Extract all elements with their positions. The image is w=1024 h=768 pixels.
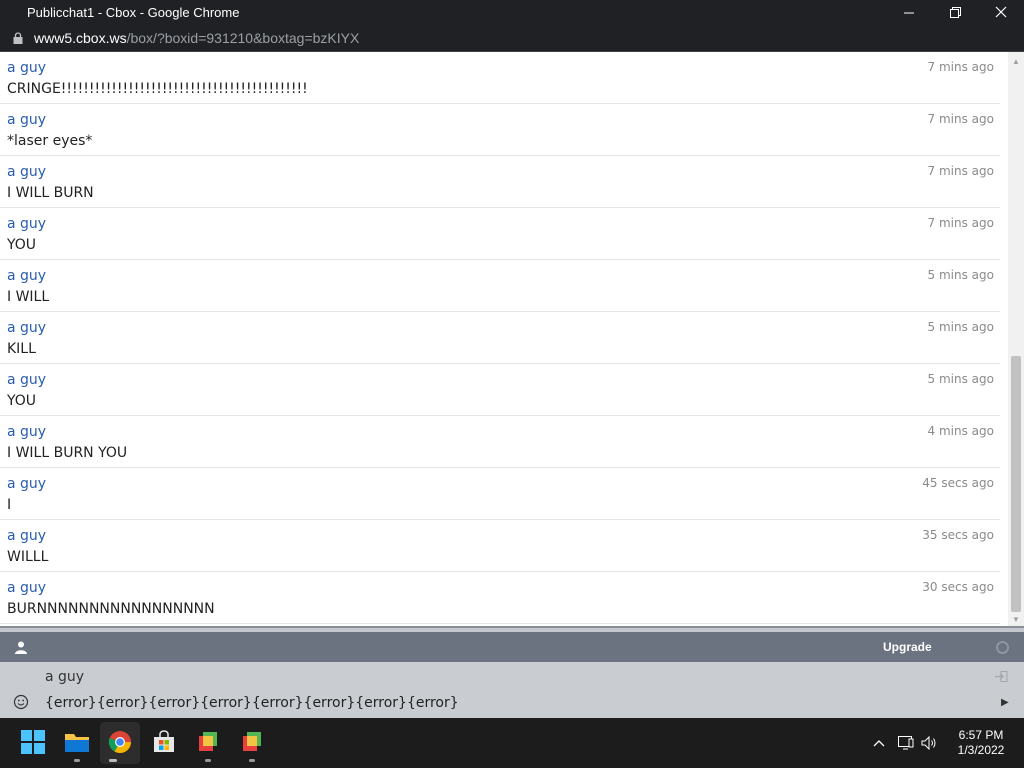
- list-item: a guy 4 mins ago I WILL BURN YOU: [0, 416, 1000, 468]
- list-item: a guy 35 secs ago WILLL: [0, 520, 1000, 572]
- emoji-icon[interactable]: [13, 694, 29, 710]
- message-username[interactable]: a guy: [7, 580, 46, 596]
- list-item: a guy 45 secs ago I: [0, 468, 1000, 520]
- message-text: I WILL: [7, 289, 50, 305]
- url-path[interactable]: /box/?boxid=931210&boxtag=bzKIYX: [127, 30, 360, 46]
- message-username[interactable]: a guy: [7, 528, 46, 544]
- message-username[interactable]: a guy: [7, 60, 46, 76]
- message-timestamp: 5 mins ago: [927, 320, 994, 334]
- minimize-icon: [903, 12, 914, 13]
- message-timestamp: 7 mins ago: [927, 164, 994, 178]
- close-button[interactable]: [978, 0, 1024, 24]
- message-text: WILLL: [7, 549, 49, 565]
- message-text: YOU: [7, 237, 37, 253]
- taskbar-running-indicator: [249, 759, 255, 762]
- window-titlebar: Publicchat1 - Cbox - Google Chrome: [0, 0, 1024, 24]
- composer-username[interactable]: a guy: [45, 669, 84, 685]
- user-bar: Upgrade: [0, 632, 1024, 662]
- app-icon[interactable]: [194, 728, 222, 756]
- message-username[interactable]: a guy: [7, 164, 46, 180]
- list-item: a guy 7 mins ago YOU: [0, 208, 1000, 260]
- list-item: a guy 5 mins ago YOU: [0, 364, 1000, 416]
- taskbar-running-indicator: [109, 759, 117, 762]
- list-item: a guy 5 mins ago I WILL: [0, 260, 1000, 312]
- close-icon: [995, 6, 1007, 18]
- list-item: a guy 7 mins ago *laser eyes*: [0, 104, 1000, 156]
- network-icon[interactable]: [898, 735, 914, 751]
- message-timestamp: 35 secs ago: [922, 528, 994, 542]
- list-item: a guy 7 mins ago CRINGE!!!!!!!!!!!!!!!!!…: [0, 52, 1000, 104]
- scrollbar-thumb[interactable]: [1011, 356, 1021, 612]
- clock-time: 6:57 PM: [958, 728, 1004, 742]
- logout-icon[interactable]: [995, 671, 1009, 683]
- message-timestamp: 4 mins ago: [927, 424, 994, 438]
- scroll-down-icon[interactable]: ▼: [1008, 612, 1024, 626]
- message-text: *laser eyes*: [7, 133, 93, 149]
- maximize-button[interactable]: [932, 0, 978, 24]
- scroll-up-icon[interactable]: ▲: [1008, 54, 1024, 68]
- message-input[interactable]: [45, 692, 985, 714]
- minimize-button[interactable]: [886, 0, 932, 24]
- chevron-up-icon[interactable]: [871, 735, 887, 751]
- windows-start-icon[interactable]: [19, 728, 47, 756]
- os-taskbar: 6:57 PM 1/3/2022: [0, 718, 1024, 768]
- chat-scrollbar[interactable]: ▲ ▼: [1008, 52, 1024, 626]
- list-item: a guy 30 secs ago BURNNNNNNNNNNNNNNNNN: [0, 572, 1000, 624]
- app-icon[interactable]: [238, 728, 266, 756]
- volume-icon[interactable]: [921, 735, 937, 751]
- message-text: KILL: [7, 341, 36, 357]
- url-host[interactable]: www5.cbox.ws: [34, 30, 127, 46]
- message-text: I WILL BURN YOU: [7, 445, 128, 461]
- file-explorer-icon[interactable]: [63, 728, 91, 756]
- message-timestamp: 7 mins ago: [927, 60, 994, 74]
- message-username[interactable]: a guy: [7, 320, 46, 336]
- message-timestamp: 7 mins ago: [927, 112, 994, 126]
- message-text: BURNNNNNNNNNNNNNNNNN: [7, 601, 215, 617]
- chrome-icon[interactable]: [106, 728, 134, 756]
- restore-icon: [949, 6, 961, 18]
- message-username[interactable]: a guy: [7, 476, 46, 492]
- message-timestamp: 30 secs ago: [922, 580, 994, 594]
- message-timestamp: 5 mins ago: [927, 372, 994, 386]
- message-text: I: [7, 497, 12, 513]
- message-username[interactable]: a guy: [7, 216, 46, 232]
- message-text: I WILL BURN: [7, 185, 94, 201]
- address-bar[interactable]: www5.cbox.ws /box/?boxid=931210&boxtag=b…: [0, 24, 1024, 52]
- taskbar-clock[interactable]: 6:57 PM 1/3/2022: [948, 728, 1014, 758]
- taskbar-running-indicator: [74, 759, 80, 762]
- message-text: CRINGE!!!!!!!!!!!!!!!!!!!!!!!!!!!!!!!!!!…: [7, 81, 308, 97]
- upgrade-button[interactable]: Upgrade: [883, 640, 932, 654]
- message-username[interactable]: a guy: [7, 268, 46, 284]
- user-icon[interactable]: [14, 640, 28, 654]
- message-timestamp: 45 secs ago: [922, 476, 994, 490]
- message-username[interactable]: a guy: [7, 112, 46, 128]
- store-icon[interactable]: [150, 728, 178, 756]
- message-timestamp: 5 mins ago: [927, 268, 994, 282]
- loading-icon: [996, 641, 1009, 654]
- list-item: a guy 5 mins ago KILL: [0, 312, 1000, 364]
- lock-icon[interactable]: [12, 31, 24, 45]
- message-username[interactable]: a guy: [7, 372, 46, 388]
- message-timestamp: 7 mins ago: [927, 216, 994, 230]
- chat-message-list: a guy 7 mins ago CRINGE!!!!!!!!!!!!!!!!!…: [0, 52, 1008, 626]
- list-item: a guy 7 mins ago I WILL BURN: [0, 156, 1000, 208]
- send-icon[interactable]: ▶: [1001, 697, 1009, 708]
- window-title: Publicchat1 - Cbox - Google Chrome: [27, 4, 240, 20]
- message-text: YOU: [7, 393, 37, 409]
- message-username[interactable]: a guy: [7, 424, 46, 440]
- clock-date: 1/3/2022: [957, 743, 1005, 757]
- taskbar-running-indicator: [205, 759, 211, 762]
- message-composer: a guy ▶: [0, 662, 1024, 718]
